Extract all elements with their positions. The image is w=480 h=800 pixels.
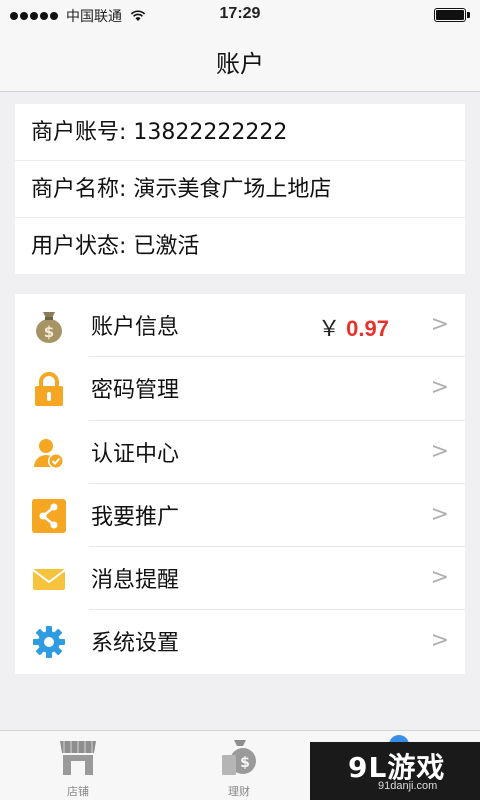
chevron-right-icon: > bbox=[430, 628, 449, 654]
tab-store[interactable]: 店铺 bbox=[28, 731, 128, 800]
menu-label-verification: 认证中心 bbox=[91, 441, 180, 467]
svg-text:$: $ bbox=[44, 323, 54, 341]
chevron-right-icon: > bbox=[430, 375, 449, 401]
page-title: 账户 bbox=[216, 50, 264, 78]
status-bar: 中国联通 17:29 bbox=[0, 0, 480, 30]
nav-bar: 账户 bbox=[0, 30, 480, 92]
menu-item-verification[interactable]: 认证中心 > bbox=[15, 421, 465, 484]
account-info-card: 商户账号: 13822222222 商户名称: 演示美食广场上地店 用户状态: … bbox=[15, 104, 465, 274]
site-watermark: 9L游戏 91danji.com bbox=[310, 742, 480, 800]
menu-label-notifications: 消息提醒 bbox=[91, 568, 180, 594]
tab-label-store: 店铺 bbox=[67, 785, 89, 798]
balance-amount: 0.97 bbox=[346, 316, 389, 341]
menu-label-password: 密码管理 bbox=[91, 378, 180, 404]
merchant-id-row: 商户账号: 13822222222 bbox=[15, 104, 465, 161]
svg-text:$: $ bbox=[240, 755, 250, 771]
currency-symbol: ￥ bbox=[318, 316, 341, 341]
gear-icon bbox=[33, 626, 65, 659]
menu-item-system-settings[interactable]: 系统设置 > bbox=[15, 610, 465, 673]
finance-bag-icon: $ bbox=[222, 740, 256, 775]
menu-label-promotion: 我要推广 bbox=[91, 504, 180, 530]
user-status-row: 用户状态: 已激活 bbox=[31, 234, 200, 259]
settings-menu: $ 账户信息 ￥ 0.97 > 密码管理 > 认证中心 > 我要推广 > 消息提… bbox=[15, 294, 465, 674]
merchant-name-row: 商户名称: 演示美食广场上地店 bbox=[15, 161, 465, 218]
chevron-right-icon: > bbox=[430, 501, 449, 527]
money-bag-icon: $ bbox=[36, 312, 62, 343]
menu-item-notifications[interactable]: 消息提醒 > bbox=[15, 547, 465, 611]
user-verified-icon bbox=[34, 438, 64, 469]
menu-item-password[interactable]: 密码管理 > bbox=[15, 357, 465, 421]
tab-finance[interactable]: $ 理财 bbox=[189, 731, 289, 800]
envelope-icon bbox=[32, 569, 66, 591]
chevron-right-icon: > bbox=[430, 565, 449, 591]
chevron-right-icon: > bbox=[430, 438, 449, 464]
status-time: 17:29 bbox=[219, 5, 261, 22]
menu-label-account-info: 账户信息 bbox=[91, 315, 180, 340]
lock-icon bbox=[35, 372, 63, 407]
menu-label-system-settings: 系统设置 bbox=[91, 631, 180, 657]
battery-icon bbox=[434, 8, 470, 22]
account-balance: ￥ 0.97 bbox=[318, 311, 389, 343]
watermark-url: 91danji.com bbox=[378, 780, 438, 792]
menu-item-account-info[interactable]: $ 账户信息 ￥ 0.97 > bbox=[15, 294, 465, 358]
tab-label-finance: 理财 bbox=[228, 785, 250, 798]
store-icon bbox=[60, 741, 96, 775]
chevron-right-icon: > bbox=[430, 312, 449, 337]
menu-item-promotion[interactable]: 我要推广 > bbox=[15, 484, 465, 548]
share-icon bbox=[32, 498, 66, 533]
